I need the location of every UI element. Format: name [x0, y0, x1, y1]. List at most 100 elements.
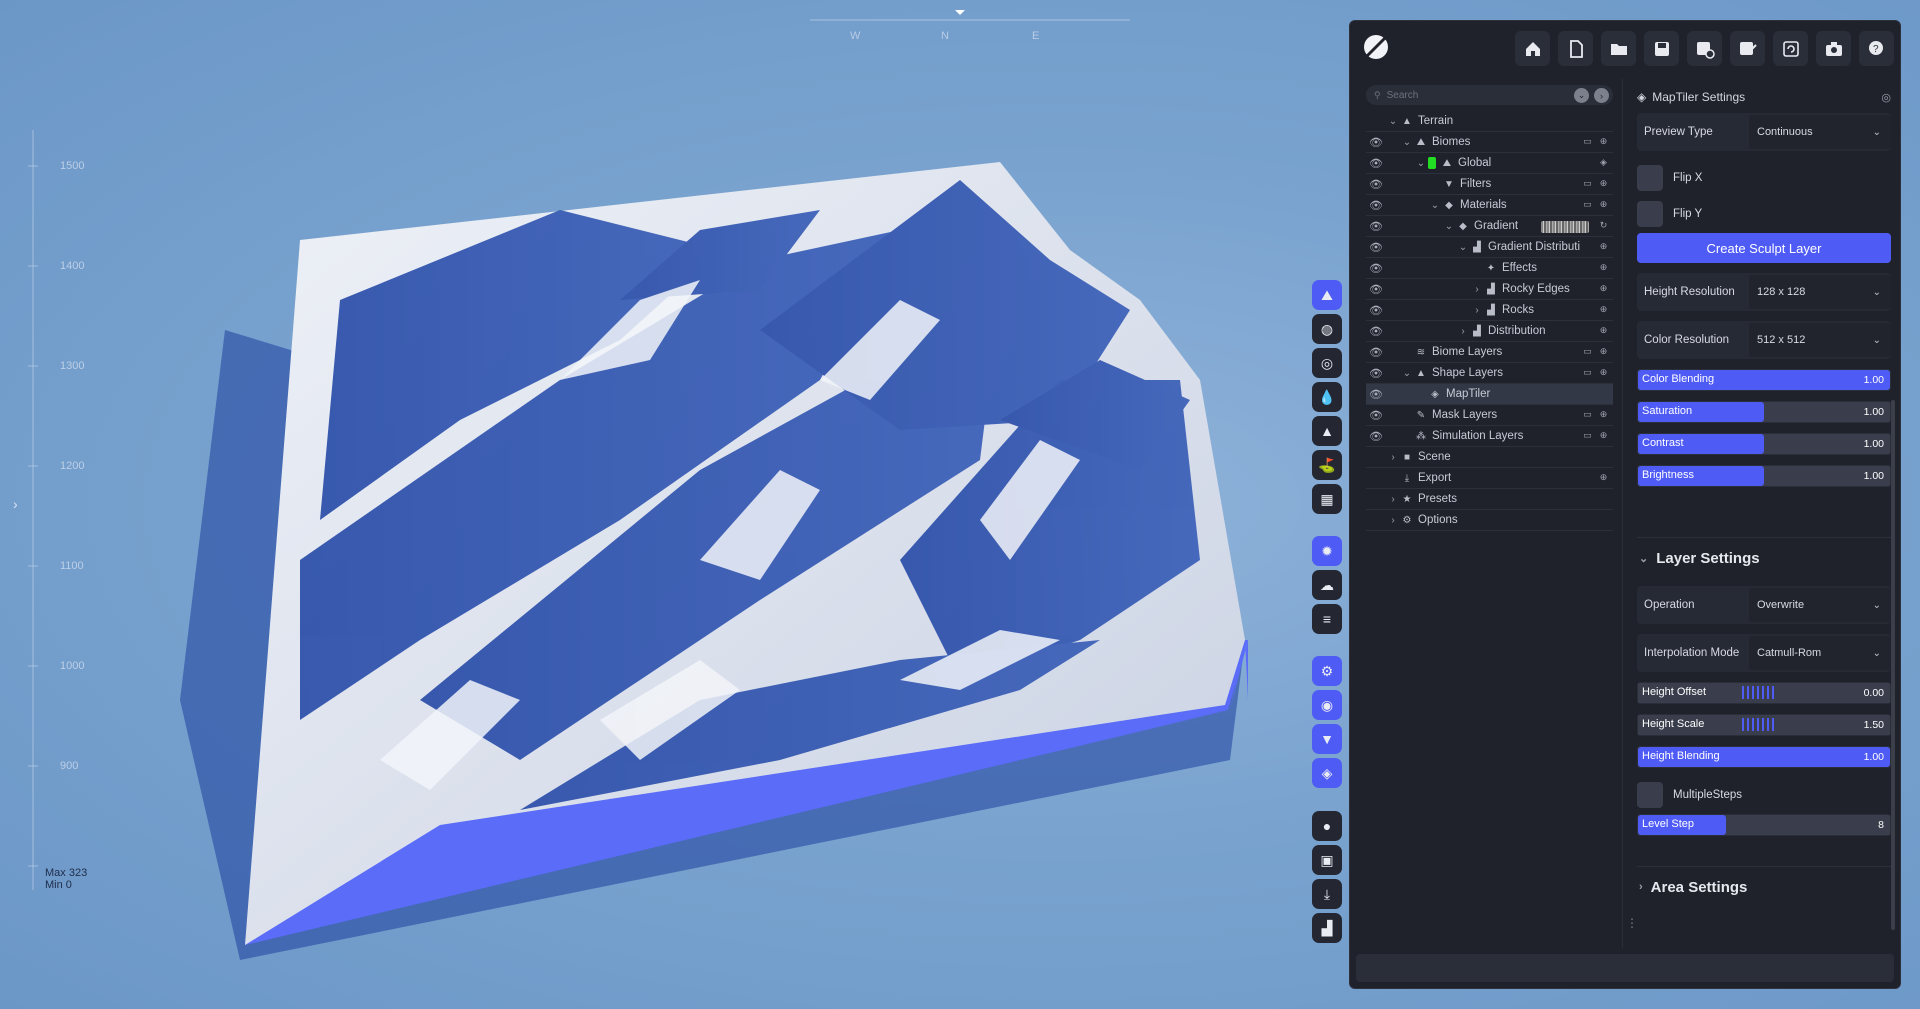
visibility-eye-icon[interactable]: 👁 [1366, 241, 1386, 254]
tree-item[interactable]: 👁 ⌄ ▲ Shape Layers ▭ ⊕ [1366, 363, 1613, 384]
resize-handle-icon[interactable]: ⋮ [1626, 916, 1638, 930]
tree-item[interactable]: ⤓ Export ⊕ [1366, 468, 1613, 489]
add-icon[interactable]: ⊕ [1598, 262, 1609, 273]
add-icon[interactable]: ⊕ [1598, 409, 1609, 420]
tree-item[interactable]: 👁 ✦ Effects ⊕ [1366, 258, 1613, 279]
filter-icon[interactable]: ▼ [1312, 724, 1342, 754]
refresh-icon[interactable]: ↻ [1598, 220, 1609, 231]
sun-icon[interactable]: ✹ [1312, 536, 1342, 566]
tree-item[interactable]: 👁 › ▟ Distribution ⊕ [1366, 321, 1613, 342]
add-icon[interactable]: ⊕ [1598, 367, 1609, 378]
tree-item[interactable]: 👁 ⌄ ⛰ Global ◈ [1366, 153, 1613, 174]
flip-x-checkbox[interactable] [1637, 165, 1663, 191]
preview-type-select[interactable]: Continuous ⌄ [1749, 115, 1891, 149]
visibility-eye-icon[interactable]: 👁 [1366, 262, 1386, 275]
visibility-eye-icon[interactable]: 👁 [1366, 136, 1386, 149]
visibility-eye-icon[interactable]: 👁 [1366, 304, 1386, 317]
folder-icon[interactable]: ▭ [1582, 178, 1593, 189]
visibility-eye-icon[interactable]: 👁 [1366, 325, 1386, 338]
color-swatch[interactable] [1428, 157, 1436, 169]
stats-icon[interactable]: ▟ [1312, 913, 1342, 943]
folder-icon[interactable]: ▭ [1582, 199, 1593, 210]
tree-item[interactable]: 👁 ≋ Biome Layers ▭ ⊕ [1366, 342, 1613, 363]
mountain-icon[interactable]: ▲ [1312, 416, 1342, 446]
expand-next-icon[interactable]: › [1594, 88, 1609, 103]
landscape-icon[interactable]: ⛳ [1312, 450, 1342, 480]
visibility-eye-icon[interactable]: 👁 [1366, 220, 1386, 233]
visibility-eye-icon[interactable]: 👁 [1366, 283, 1386, 296]
add-icon[interactable]: ⊕ [1598, 430, 1609, 441]
chevron-down-icon[interactable]: ⌄ [1414, 158, 1428, 169]
tree-item[interactable]: 👁 ⌄ ⛰ Biomes ▭ ⊕ [1366, 132, 1613, 153]
visibility-eye-icon[interactable]: 👁 [1366, 409, 1386, 422]
layer-settings-section-toggle[interactable]: ⌄ Layer Settings [1637, 537, 1891, 578]
chevron-down-icon[interactable]: ⌄ [1428, 200, 1442, 211]
visibility-eye-icon[interactable]: 👁 [1366, 199, 1386, 212]
height-offset-slider[interactable]: Height Offset 0.00 [1637, 682, 1891, 704]
app-logo-icon[interactable] [1360, 31, 1392, 63]
panel-divider[interactable] [1622, 79, 1623, 948]
create-sculpt-layer-button[interactable]: Create Sculpt Layer [1637, 233, 1891, 263]
chevron-down-icon[interactable]: ⌄ [1400, 137, 1414, 148]
tree-item[interactable]: 👁 › ▟ Rocky Edges ⊕ [1366, 279, 1613, 300]
add-icon[interactable]: ⊕ [1598, 199, 1609, 210]
stack-icon[interactable]: ◈ [1312, 758, 1342, 788]
image-icon[interactable]: ▣ [1312, 845, 1342, 875]
chevron-down-icon[interactable]: ⌄ [1386, 116, 1400, 127]
tree-item[interactable]: 👁 ▼ Filters ▭ ⊕ [1366, 174, 1613, 195]
tree-item[interactable]: 👁 › ▟ Rocks ⊕ [1366, 300, 1613, 321]
brightness-slider[interactable]: Brightness 1.00 [1637, 465, 1891, 487]
save-as-icon[interactable] [1687, 31, 1722, 66]
area-settings-section-toggle[interactable]: › Area Settings [1637, 866, 1891, 907]
visibility-eye-icon[interactable]: 👁 [1366, 388, 1386, 401]
save-icon[interactable] [1644, 31, 1679, 66]
tree-item[interactable]: › ⚙ Options [1366, 510, 1613, 531]
chevron-right-icon[interactable]: › [1386, 452, 1400, 463]
tree-item[interactable]: › ■ Scene [1366, 447, 1613, 468]
multiple-steps-checkbox[interactable] [1637, 782, 1663, 808]
download-icon[interactable]: ⤓ [1312, 879, 1342, 909]
add-icon[interactable]: ⊕ [1598, 241, 1609, 252]
folder-icon[interactable]: ▭ [1582, 430, 1593, 441]
height-blending-slider[interactable]: Height Blending 1.00 [1637, 746, 1891, 768]
visibility-eye-icon[interactable]: 👁 [1366, 346, 1386, 359]
expand-left-chevron-icon[interactable]: › [13, 496, 18, 512]
operation-select[interactable]: Overwrite ⌄ [1749, 588, 1891, 622]
folder-icon[interactable]: ▭ [1582, 136, 1593, 147]
color-resolution-select[interactable]: 512 x 512 ⌄ [1749, 323, 1891, 357]
add-icon[interactable]: ⊕ [1598, 304, 1609, 315]
tree-item[interactable]: 👁 ✎ Mask Layers ▭ ⊕ [1366, 405, 1613, 426]
target-icon[interactable]: ◎ [1312, 348, 1342, 378]
chevron-right-icon[interactable]: › [1456, 326, 1470, 337]
tree-item[interactable]: 👁 ⌄ ◆ Materials ▭ ⊕ [1366, 195, 1613, 216]
folder-icon[interactable]: ▭ [1582, 346, 1593, 357]
camera-icon[interactable] [1816, 31, 1851, 66]
water-drop-icon[interactable]: 💧 [1312, 382, 1342, 412]
tree-item[interactable]: 👁 ◈ MapTiler [1366, 384, 1613, 405]
chevron-right-icon[interactable]: › [1470, 284, 1484, 295]
tree-item[interactable]: 👁 ⌄ ▟ Gradient Distributi ⊕ [1366, 237, 1613, 258]
chevron-down-icon[interactable]: ⌄ [1442, 221, 1456, 232]
refresh-icon[interactable] [1773, 31, 1808, 66]
tree-item[interactable]: 👁 ⁂ Simulation Layers ▭ ⊕ [1366, 426, 1613, 447]
add-icon[interactable]: ⊕ [1598, 472, 1609, 483]
visibility-eye-icon[interactable]: 👁 [1366, 178, 1386, 191]
add-icon[interactable]: ⊕ [1598, 346, 1609, 357]
info-icon[interactable]: ◎ [1881, 91, 1891, 104]
chevron-right-icon[interactable]: › [1386, 515, 1400, 526]
settings-gear-icon[interactable]: ⚙ [1312, 656, 1342, 686]
chevron-down-icon[interactable]: ⌄ [1456, 242, 1470, 253]
tree-item[interactable]: › ★ Presets [1366, 489, 1613, 510]
open-folder-icon[interactable] [1601, 31, 1636, 66]
add-icon[interactable]: ⊕ [1598, 283, 1609, 294]
search-input[interactable]: ⚲ Search ⌄ › [1366, 85, 1613, 105]
contrast-slider[interactable]: Contrast 1.00 [1637, 433, 1891, 455]
chevron-right-icon[interactable]: › [1386, 494, 1400, 505]
visibility-eye-icon[interactable]: 👁 [1366, 157, 1386, 170]
tree-item[interactable]: 👁 ⌄ ◆ Gradient ↻ [1366, 216, 1613, 237]
globe-icon[interactable]: ◍ [1312, 314, 1342, 344]
flip-y-checkbox[interactable] [1637, 201, 1663, 227]
layers-icon[interactable]: ◈ [1598, 157, 1609, 168]
folder-icon[interactable]: ▭ [1582, 409, 1593, 420]
add-icon[interactable]: ⊕ [1598, 325, 1609, 336]
